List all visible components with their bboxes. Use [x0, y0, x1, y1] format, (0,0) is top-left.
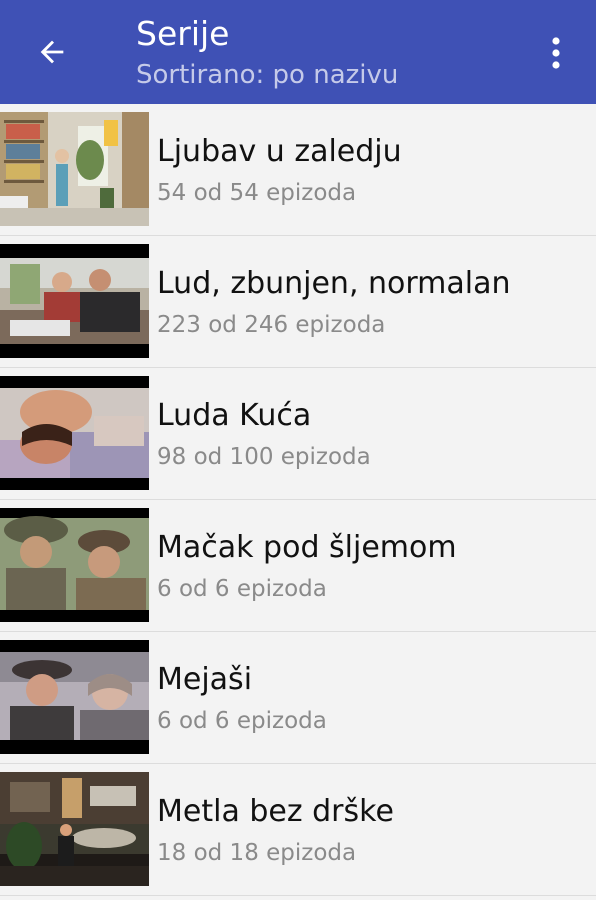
back-button[interactable]	[22, 24, 82, 80]
episode-count: 6 od 6 epizoda	[157, 708, 327, 734]
arrow-left-icon	[40, 40, 64, 64]
series-thumbnail	[0, 376, 149, 490]
list-item[interactable]: Luda Kuća 98 od 100 epizoda	[0, 368, 596, 500]
series-list: Ljubav u zaledju 54 od 54 epizoda Lud, z…	[0, 104, 596, 896]
list-item[interactable]: Lud, zbunjen, normalan 223 od 246 epizod…	[0, 236, 596, 368]
series-thumbnail	[0, 112, 149, 226]
episode-count: 18 od 18 epizoda	[157, 840, 357, 866]
series-title: Metla bez drške	[157, 794, 394, 829]
episode-count: 98 od 100 epizoda	[157, 444, 371, 470]
series-title: Mejaši	[157, 662, 253, 697]
list-item[interactable]: Ljubav u zaledju 54 od 54 epizoda	[0, 104, 596, 236]
episode-count: 6 od 6 epizoda	[157, 576, 327, 602]
page-title: Serije	[136, 14, 230, 53]
app-bar: Serije Sortirano: po nazivu	[0, 0, 596, 104]
series-thumbnail	[0, 772, 149, 886]
episode-count: 223 od 246 epizoda	[157, 312, 386, 338]
series-thumbnail	[0, 640, 149, 754]
title-block: Serije Sortirano: po nazivu	[136, 14, 398, 92]
series-title: Mačak pod šljemom	[157, 530, 457, 565]
list-item[interactable]: Mejaši 6 od 6 epizoda	[0, 632, 596, 764]
series-title: Ljubav u zaledju	[157, 134, 402, 169]
sort-subtitle: Sortirano: po nazivu	[136, 60, 399, 90]
series-thumbnail	[0, 244, 149, 358]
list-item[interactable]: Metla bez drške 18 od 18 epizoda	[0, 764, 596, 896]
series-title: Lud, zbunjen, normalan	[157, 266, 511, 301]
episode-count: 54 od 54 epizoda	[157, 180, 357, 206]
series-thumbnail	[0, 508, 149, 622]
more-vert-icon	[552, 37, 560, 69]
list-item[interactable]: Mačak pod šljemom 6 od 6 epizoda	[0, 500, 596, 632]
overflow-menu-button[interactable]	[534, 28, 578, 78]
series-title: Luda Kuća	[157, 398, 312, 433]
